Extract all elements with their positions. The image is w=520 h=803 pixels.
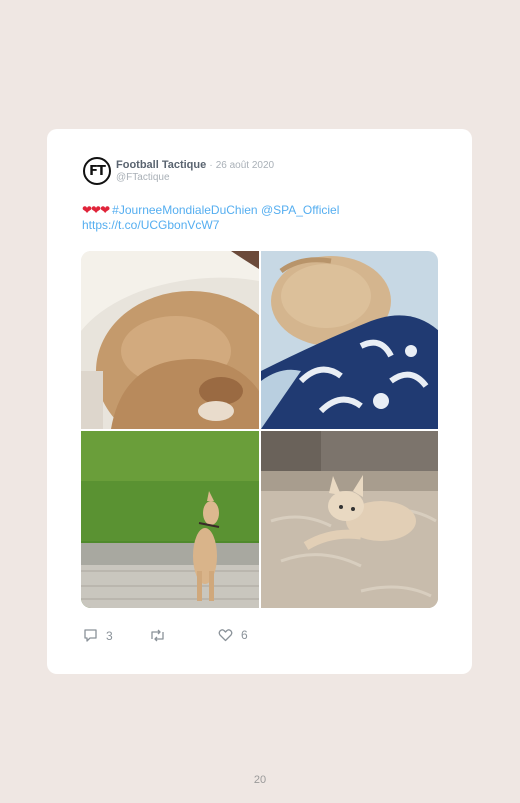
like-action[interactable]: 6 bbox=[218, 628, 248, 642]
tweet-card: FT Football Tactique · 26 août 2020 @FTa… bbox=[47, 129, 472, 674]
reply-action[interactable]: 3 bbox=[83, 628, 113, 643]
page-number: 20 bbox=[253, 774, 267, 786]
dog-sleeping-on-bed-photo[interactable] bbox=[261, 251, 438, 429]
tweet-date[interactable]: 26 août 2020 bbox=[216, 160, 274, 171]
reply-icon bbox=[84, 629, 97, 642]
like-count: 6 bbox=[241, 628, 248, 642]
tweet-header: Football Tactique · 26 août 2020 bbox=[116, 159, 274, 171]
dog-sleeping-closeup-photo[interactable] bbox=[81, 251, 259, 429]
avatar[interactable]: FT bbox=[83, 157, 111, 185]
heart-icon bbox=[218, 629, 233, 642]
photo-grid bbox=[81, 251, 438, 608]
separator-dot: · bbox=[209, 160, 213, 171]
hearts-emoji-icon: ❤❤❤ bbox=[82, 203, 110, 217]
hashtag-link[interactable]: #JourneeMondialeDuChien bbox=[112, 203, 257, 217]
dog-on-grass-photo[interactable] bbox=[81, 431, 259, 608]
retweet-action[interactable] bbox=[149, 628, 174, 643]
dog-lying-on-bedspread-photo[interactable] bbox=[261, 431, 438, 608]
mention-link[interactable]: @SPA_Officiel bbox=[261, 203, 339, 217]
author-name[interactable]: Football Tactique bbox=[116, 159, 206, 171]
url-link[interactable]: https://t.co/UCGbonVcW7 bbox=[82, 218, 219, 232]
author-handle[interactable]: @FTactique bbox=[116, 172, 170, 183]
reply-count: 3 bbox=[106, 628, 113, 643]
tweet-text: ❤❤❤ #JourneeMondialeDuChien @SPA_Officiel… bbox=[82, 203, 339, 233]
retweet-icon bbox=[151, 629, 164, 642]
